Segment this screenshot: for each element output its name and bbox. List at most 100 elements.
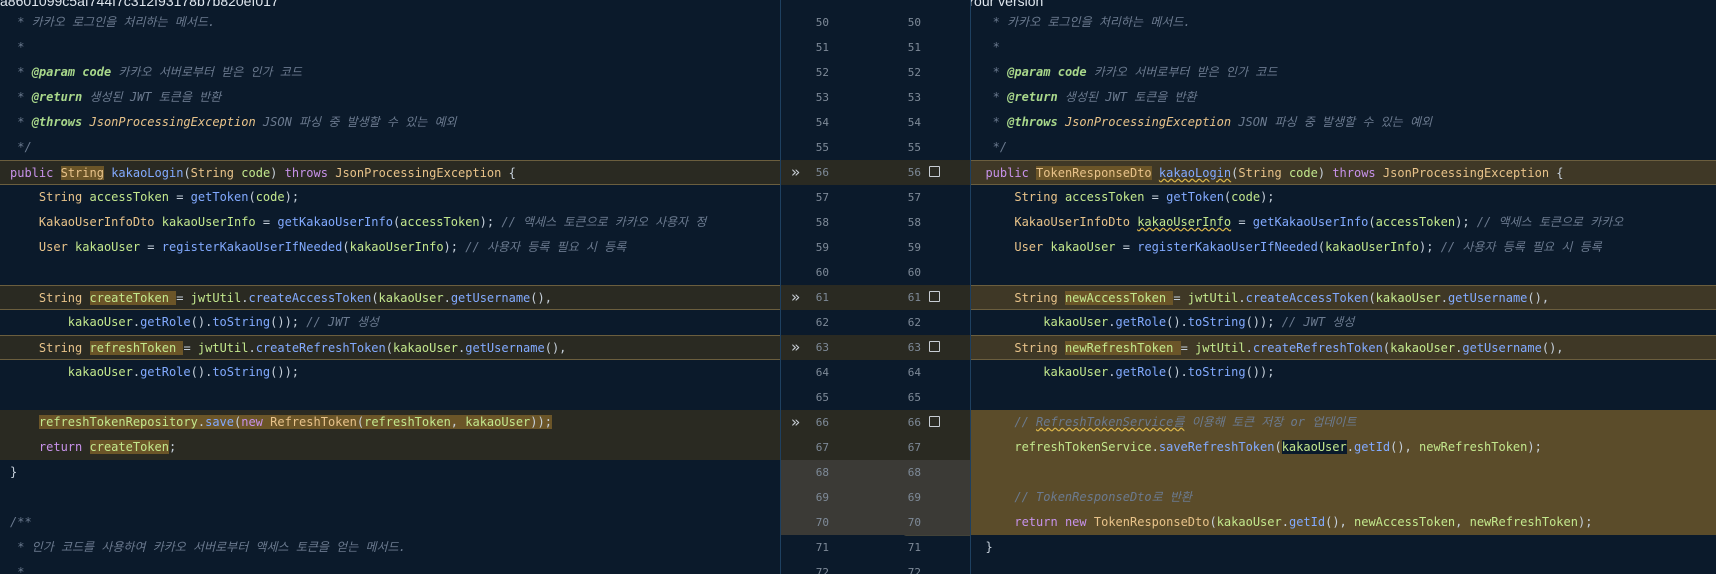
left-code-line[interactable]: * @param code 카카오 서버로부터 받은 인가 코드 xyxy=(0,60,780,85)
right-line-number: 53 xyxy=(907,91,921,104)
right-line-number: 64 xyxy=(907,366,921,379)
gutter-row: 55 55 xyxy=(781,135,970,160)
gutter-row: 64 64 xyxy=(781,360,970,385)
right-code-line[interactable]: * @throws JsonProcessingException JSON 파… xyxy=(971,110,1716,135)
right-code-line[interactable]: kakaoUser.getRole().toString()); // JWT … xyxy=(971,310,1716,335)
apply-change-arrow-icon[interactable]: » xyxy=(791,410,800,435)
right-line-number: 63 xyxy=(907,341,921,354)
right-line-number: 60 xyxy=(907,266,921,279)
right-code-line[interactable]: // TokenResponseDto로 반환 xyxy=(971,485,1716,510)
gutter-row: 56 56» xyxy=(781,160,970,185)
right-code-line[interactable] xyxy=(971,460,1716,485)
left-code-line[interactable]: * @throws JsonProcessingException JSON 파… xyxy=(0,110,780,135)
right-line-number: 56 xyxy=(907,166,921,179)
gutter-row: 59 59 xyxy=(781,235,970,260)
left-line-number: 60 xyxy=(815,266,829,279)
right-code-line[interactable]: String newRefreshToken = jwtUtil.createR… xyxy=(971,335,1716,360)
apply-change-arrow-icon[interactable]: » xyxy=(791,335,800,360)
gutter-row: 52 52 xyxy=(781,60,970,85)
gutter-row: 51 51 xyxy=(781,35,970,60)
left-line-number: 51 xyxy=(815,41,829,54)
right-code-line[interactable]: * @return 생성된 JWT 토큰을 반환 xyxy=(971,85,1716,110)
left-code-line[interactable]: public String kakaoLogin(String code) th… xyxy=(0,160,780,185)
right-code-line[interactable]: * @param code 카카오 서버로부터 받은 인가 코드 xyxy=(971,60,1716,85)
left-code-line[interactable] xyxy=(0,260,780,285)
gutter-row: 54 54 xyxy=(781,110,970,135)
gutter-row: 68 68 xyxy=(781,460,970,485)
left-code-line[interactable]: kakaoUser.getRole().toString()); // JWT … xyxy=(0,310,780,335)
gutter-row: 61 61» xyxy=(781,285,970,310)
gutter-row: 69 69 xyxy=(781,485,970,510)
left-line-number: 53 xyxy=(815,91,829,104)
diff-gutter: 50 50 51 51 52 52 53 53 54 54 55 55 56 56» 57 57 58 58 59 5… xyxy=(780,0,971,574)
right-code-pane[interactable]: * 카카오 로그인을 처리하는 메서드. * * @param code 카카오… xyxy=(971,0,1716,574)
left-code-line[interactable] xyxy=(0,485,780,510)
accept-change-checkbox[interactable] xyxy=(929,166,940,177)
left-line-number: 54 xyxy=(815,116,829,129)
right-code-line[interactable] xyxy=(971,385,1716,410)
accept-change-checkbox[interactable] xyxy=(929,291,940,302)
accept-change-checkbox[interactable] xyxy=(929,341,940,352)
right-code-line[interactable]: */ xyxy=(971,135,1716,160)
right-code-line[interactable]: String accessToken = getToken(code); xyxy=(971,185,1716,210)
right-code-line[interactable]: // RefreshTokenService를 이용해 토큰 저장 or 업데이… xyxy=(971,410,1716,435)
left-code-line[interactable]: * 인가 코드를 사용하여 카카오 서버로부터 액세스 토큰을 얻는 메서드. xyxy=(0,535,780,560)
gutter-row: 70 70 xyxy=(781,510,970,535)
left-code-line[interactable]: String createToken = jwtUtil.createAcces… xyxy=(0,285,780,310)
right-line-number: 65 xyxy=(907,391,921,404)
left-line-number: 55 xyxy=(815,141,829,154)
left-line-number: 67 xyxy=(815,441,829,454)
left-code-line[interactable]: return createToken; xyxy=(0,435,780,460)
gutter-row: 50 50 xyxy=(781,10,970,35)
right-code-line[interactable]: * xyxy=(971,35,1716,60)
left-line-number: 70 xyxy=(815,516,829,529)
left-code-line[interactable]: /** xyxy=(0,510,780,535)
gutter-row: 62 62 xyxy=(781,310,970,335)
right-code-line[interactable]: return new TokenResponseDto(kakaoUser.ge… xyxy=(971,510,1716,535)
left-code-line[interactable]: refreshTokenRepository.save(new RefreshT… xyxy=(0,410,780,435)
left-code-line[interactable] xyxy=(0,385,780,410)
gutter-row: 72 72 xyxy=(781,560,970,574)
accept-change-checkbox[interactable] xyxy=(929,416,940,427)
right-code-line[interactable]: KakaoUserInfoDto kakaoUserInfo = getKaka… xyxy=(971,210,1716,235)
left-code-line[interactable]: */ xyxy=(0,135,780,160)
left-code-pane[interactable]: * 카카오 로그인을 처리하는 메서드. * * @param code 카카오… xyxy=(0,0,780,574)
right-code-line[interactable]: User kakaoUser = registerKakaoUserIfNeed… xyxy=(971,235,1716,260)
left-code-line[interactable]: String accessToken = getToken(code); xyxy=(0,185,780,210)
left-line-number: 58 xyxy=(815,216,829,229)
left-line-number: 68 xyxy=(815,466,829,479)
left-code-line[interactable]: } xyxy=(0,460,780,485)
right-line-number: 52 xyxy=(907,66,921,79)
apply-change-arrow-icon[interactable]: » xyxy=(791,285,800,310)
right-code-line[interactable]: String newAccessToken = jwtUtil.createAc… xyxy=(971,285,1716,310)
left-code-line[interactable]: kakaoUser.getRole().toString()); xyxy=(0,360,780,385)
right-code-line[interactable] xyxy=(971,260,1716,285)
gutter-row: 71 71 xyxy=(781,535,970,560)
right-code-line[interactable]: kakaoUser.getRole().toString()); xyxy=(971,360,1716,385)
right-code-line[interactable]: * 카카오 로그인을 처리하는 메서드. xyxy=(971,10,1716,35)
gutter-row: 67 67 xyxy=(781,435,970,460)
left-code-line[interactable]: User kakaoUser = registerKakaoUserIfNeed… xyxy=(0,235,780,260)
right-code-line[interactable] xyxy=(971,560,1716,574)
gutter-row: 65 65 xyxy=(781,385,970,410)
apply-change-arrow-icon[interactable]: » xyxy=(791,160,800,185)
right-line-number: 62 xyxy=(907,316,921,329)
right-line-number: 72 xyxy=(907,566,921,574)
left-code-line[interactable]: * @return 생성된 JWT 토큰을 반환 xyxy=(0,85,780,110)
left-code-line[interactable]: KakaoUserInfoDto kakaoUserInfo = getKaka… xyxy=(0,210,780,235)
left-code-line[interactable]: * 카카오 로그인을 처리하는 메서드. xyxy=(0,10,780,35)
left-line-number: 52 xyxy=(815,66,829,79)
left-code-line[interactable]: String refreshToken = jwtUtil.createRefr… xyxy=(0,335,780,360)
right-line-number: 55 xyxy=(907,141,921,154)
right-code-line[interactable]: refreshTokenService.saveRefreshToken(kak… xyxy=(971,435,1716,460)
left-line-number: 59 xyxy=(815,241,829,254)
left-line-number: 65 xyxy=(815,391,829,404)
right-line-number: 66 xyxy=(907,416,921,429)
gutter-row: 53 53 xyxy=(781,85,970,110)
right-code-line[interactable]: } xyxy=(971,535,1716,560)
gutter-row: 60 60 xyxy=(781,260,970,285)
left-code-line[interactable]: * xyxy=(0,35,780,60)
right-code-line[interactable]: public TokenResponseDto kakaoLogin(Strin… xyxy=(971,160,1716,185)
gutter-row: 63 63» xyxy=(781,335,970,360)
left-code-line[interactable]: * xyxy=(0,560,780,574)
